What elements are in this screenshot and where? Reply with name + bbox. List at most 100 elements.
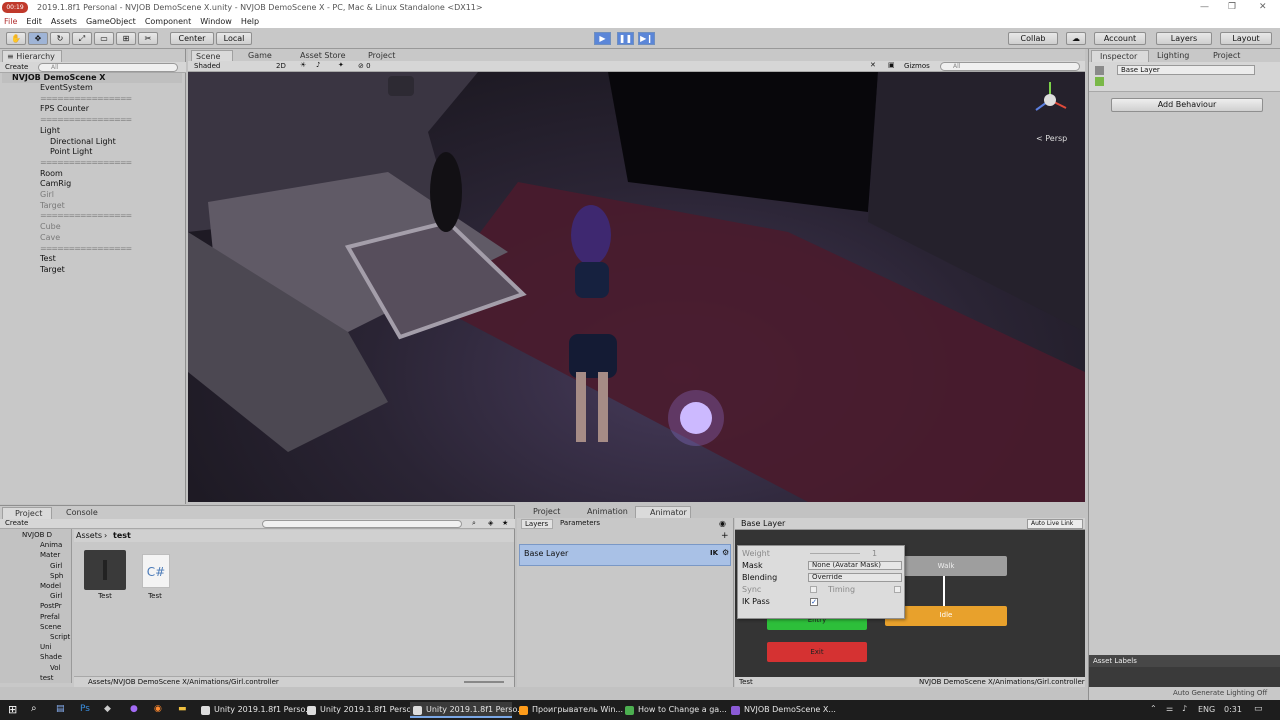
project-folder[interactable]: Girl xyxy=(50,592,62,600)
windows-start-icon[interactable]: ⊞ xyxy=(8,703,17,716)
hierarchy-item[interactable]: Target xyxy=(40,265,65,274)
project-folder[interactable]: Mater xyxy=(40,551,60,559)
project-folder[interactable]: PostPr xyxy=(40,602,62,610)
project-folder[interactable]: Model xyxy=(40,582,61,590)
menu-window[interactable]: Window xyxy=(200,17,232,26)
menu-assets[interactable]: Assets xyxy=(51,17,77,26)
camera-icon[interactable]: ▣ xyxy=(888,61,895,69)
unity-hub-icon[interactable]: ◆ xyxy=(104,704,111,714)
layers-dropdown[interactable]: Layers xyxy=(1156,32,1212,45)
toggle-2d-button[interactable]: 2D xyxy=(276,62,286,70)
pivot-center-button[interactable]: Center xyxy=(170,32,214,45)
project-folder[interactable]: test xyxy=(40,674,53,682)
mask-field[interactable]: None (Avatar Mask) xyxy=(808,561,902,570)
network-icon[interactable]: ⚌ xyxy=(1166,704,1173,713)
step-button[interactable]: ▶❙ xyxy=(638,32,655,45)
breadcrumb-assets[interactable]: Assets xyxy=(76,531,102,540)
tab-project[interactable]: Project xyxy=(2,507,52,519)
taskbar-window[interactable]: Unity 2019.1.8f1 Perso... xyxy=(304,702,419,718)
hierarchy-separator[interactable]: ================ xyxy=(40,94,132,103)
ik-pass-checkbox[interactable]: ✓ xyxy=(810,598,818,606)
eye-icon[interactable]: ◉ xyxy=(719,519,726,528)
project-folder[interactable]: Uni xyxy=(40,643,52,651)
hierarchy-separator[interactable]: ================ xyxy=(40,244,132,253)
menu-gameobject[interactable]: GameObject xyxy=(86,17,136,26)
taskbar-window[interactable]: How to Change a ga... xyxy=(622,702,727,718)
tab-animation[interactable]: Animation xyxy=(575,506,628,518)
hierarchy-separator[interactable]: ================ xyxy=(40,211,132,220)
hierarchy-item[interactable]: Point Light xyxy=(50,147,92,156)
project-folder[interactable]: Sph xyxy=(50,572,63,580)
label-icon[interactable]: ◈ xyxy=(488,519,493,527)
hand-tool-icon[interactable]: ✋ xyxy=(6,32,26,45)
auto-live-link-toggle[interactable]: Auto Live Link xyxy=(1027,519,1083,529)
tab-lighting[interactable]: Lighting xyxy=(1157,50,1207,62)
hierarchy-item[interactable]: Test xyxy=(40,254,56,263)
hierarchy-item[interactable]: EventSystem xyxy=(40,83,93,92)
tab-console[interactable]: Console xyxy=(58,507,108,519)
play-button[interactable]: ▶ xyxy=(594,32,611,45)
layer-base[interactable]: Base Layer IK ⚙ xyxy=(519,544,731,566)
maximize-icon[interactable]: ❐ xyxy=(1228,2,1236,12)
move-tool-icon[interactable]: ✥ xyxy=(28,32,48,45)
timing-checkbox[interactable] xyxy=(894,586,901,593)
collab-button[interactable]: Collab xyxy=(1008,32,1058,45)
hierarchy-item[interactable]: Directional Light xyxy=(50,137,116,146)
effects-icon[interactable]: ✦ xyxy=(338,61,344,69)
project-folder[interactable]: Prefal xyxy=(40,613,60,621)
tab-animator[interactable]: Animator xyxy=(635,506,691,518)
project-folder[interactable]: Script xyxy=(50,633,70,641)
tray-chevron-icon[interactable]: ⌃ xyxy=(1150,704,1157,713)
pause-button[interactable]: ❚❚ xyxy=(617,32,634,45)
state-exit[interactable]: Exit xyxy=(767,642,867,662)
menu-component[interactable]: Component xyxy=(145,17,191,26)
tab-hierarchy[interactable]: ≡ Hierarchy xyxy=(2,50,62,62)
hierarchy-item[interactable]: CamRig xyxy=(40,179,71,188)
pivot-local-button[interactable]: Local xyxy=(216,32,252,45)
photoshop-icon[interactable]: Ps xyxy=(80,704,90,714)
lighting-icon[interactable]: ☀ xyxy=(300,61,306,69)
hierarchy-item[interactable]: Room xyxy=(40,169,63,178)
app-icon[interactable]: ● xyxy=(130,704,138,714)
project-folder[interactable]: Shade xyxy=(40,653,62,661)
hierarchy-item[interactable]: FPS Counter xyxy=(40,104,89,113)
persp-label[interactable]: < Persp xyxy=(1036,134,1067,143)
hierarchy-item[interactable]: Cube xyxy=(40,222,61,231)
hierarchy-item[interactable]: Target xyxy=(40,201,65,210)
scene-gizmo[interactable] xyxy=(1030,80,1070,120)
inspector-name-field[interactable]: Base Layer xyxy=(1117,65,1255,75)
blending-dropdown[interactable]: Override xyxy=(808,573,902,582)
taskbar-window[interactable]: NVJOB DemoScene X... xyxy=(728,702,836,718)
subtab-parameters[interactable]: Parameters xyxy=(557,519,603,529)
add-layer-icon[interactable]: + xyxy=(721,531,729,541)
language-indicator[interactable]: ENG xyxy=(1198,705,1215,714)
project-create-dropdown[interactable]: Create xyxy=(5,519,28,527)
search-icon[interactable]: ⌕ xyxy=(31,703,37,714)
layer-settings-icon[interactable]: ⚙ xyxy=(722,548,729,557)
sync-checkbox[interactable] xyxy=(810,586,817,593)
taskbar-window[interactable]: Unity 2019.1.8f1 Perso... xyxy=(198,702,313,718)
custom-tool-icon[interactable]: ✂ xyxy=(138,32,158,45)
cloud-icon[interactable]: ☁ xyxy=(1066,32,1086,45)
hierarchy-item[interactable]: Cave xyxy=(40,233,60,242)
tab-project-bottom[interactable]: Project xyxy=(521,506,565,518)
menu-help[interactable]: Help xyxy=(241,17,259,26)
tab-project-inspector[interactable]: Project xyxy=(1213,50,1257,62)
hierarchy-search-input[interactable]: All xyxy=(38,63,178,72)
favorite-icon[interactable]: ★ xyxy=(502,519,508,527)
hierarchy-scene-row[interactable]: NVJOB DemoScene X xyxy=(2,73,182,83)
rect-tool-icon[interactable]: ▭ xyxy=(94,32,114,45)
graph-breadcrumb[interactable]: Base Layer xyxy=(741,519,785,528)
menu-file[interactable]: File xyxy=(4,17,17,26)
audio-icon[interactable]: ♪ xyxy=(316,61,320,69)
shading-dropdown[interactable]: Shaded xyxy=(194,62,220,70)
breadcrumb-test[interactable]: test xyxy=(113,531,131,540)
weight-slider[interactable] xyxy=(810,553,860,554)
icon-size-slider[interactable] xyxy=(464,681,504,683)
firefox-icon[interactable]: ◉ xyxy=(154,704,162,714)
project-folder[interactable]: Vol xyxy=(50,664,60,672)
notifications-icon[interactable]: ▭ xyxy=(1254,704,1263,714)
layout-dropdown[interactable]: Layout xyxy=(1220,32,1272,45)
hierarchy-create-dropdown[interactable]: Create xyxy=(5,63,28,71)
minimize-icon[interactable]: — xyxy=(1200,2,1209,12)
